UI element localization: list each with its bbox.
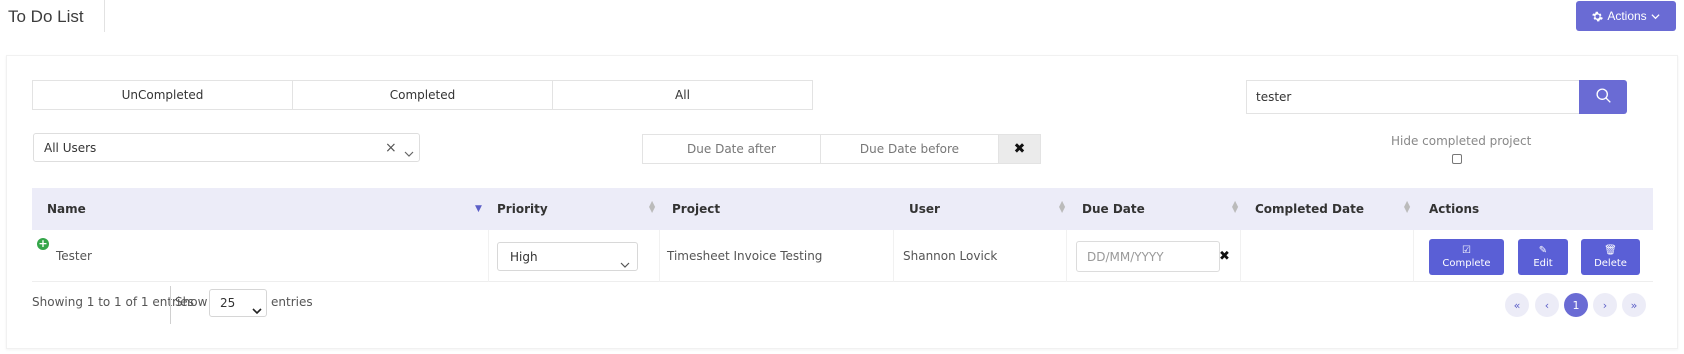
show-label: Show — [175, 295, 208, 309]
column-divider — [488, 230, 489, 282]
next-page-button[interactable]: › — [1593, 293, 1617, 317]
table-row — [32, 230, 1653, 282]
column-header-project: Project — [672, 202, 721, 216]
gear-icon — [1592, 11, 1604, 22]
hide-completed-checkbox[interactable] — [1452, 154, 1462, 164]
column-header-user[interactable]: User — [909, 188, 940, 230]
chevron-down-icon[interactable] — [404, 143, 414, 162]
table-header: Name ▼ Priority ▲ ▼ Project User ▲ ▼ Due D… — [32, 188, 1653, 230]
first-page-button[interactable]: « — [1505, 293, 1529, 317]
search-icon — [1595, 87, 1612, 108]
cell-name: Tester — [56, 249, 92, 263]
cell-project: Timesheet Invoice Testing — [667, 249, 823, 263]
actions-dropdown-button[interactable]: Actions — [1576, 1, 1676, 31]
close-icon[interactable]: × — [385, 141, 397, 155]
due-date-input[interactable]: DD/MM/YYYY — [1076, 241, 1220, 272]
column-header-actions: Actions — [1429, 202, 1480, 216]
pencil-icon: ✎ — [1538, 244, 1548, 256]
column-header-due-date[interactable]: Due Date — [1082, 188, 1145, 230]
tab-all[interactable]: All — [552, 80, 813, 110]
edit-label: Edit — [1533, 257, 1553, 269]
edit-button[interactable]: ✎ Edit — [1518, 239, 1568, 275]
title-divider — [104, 0, 105, 32]
due-date-after-input[interactable]: Due Date after — [642, 134, 821, 164]
due-date-before-input[interactable]: Due Date before — [820, 134, 999, 164]
tab-completed[interactable]: Completed — [292, 80, 553, 110]
complete-button[interactable]: ☑ Complete — [1429, 239, 1504, 275]
delete-label: Delete — [1594, 257, 1627, 269]
last-page-button[interactable]: » — [1622, 293, 1646, 317]
chevron-down-icon — [1651, 12, 1660, 21]
hide-completed-label: Hide completed project — [1391, 134, 1532, 148]
prev-page-button[interactable]: ‹ — [1535, 293, 1559, 317]
column-header-completed-date[interactable]: Completed Date — [1255, 188, 1364, 230]
complete-label: Complete — [1442, 257, 1491, 269]
tab-uncompleted[interactable]: UnCompleted — [32, 80, 293, 110]
expand-row-icon[interactable]: + — [37, 238, 49, 250]
sort-icon[interactable]: ▲ ▼ — [1232, 200, 1238, 214]
check-square-icon: ☑ — [1462, 244, 1471, 256]
column-divider — [1066, 230, 1067, 282]
column-divider — [659, 230, 660, 282]
sort-desc-icon[interactable]: ▼ — [475, 205, 482, 214]
search-input[interactable]: tester — [1246, 80, 1579, 114]
footer-divider — [170, 286, 171, 324]
column-divider — [1413, 230, 1414, 282]
trash-icon: 🗑 — [1604, 244, 1617, 256]
sort-icon[interactable]: ▲ ▼ — [649, 200, 655, 214]
entries-label: entries — [271, 295, 313, 309]
priority-select[interactable]: High — [497, 242, 638, 271]
page-title: To Do List — [8, 7, 84, 26]
actions-label: Actions — [1607, 9, 1647, 23]
column-divider — [893, 230, 894, 282]
delete-button[interactable]: 🗑 Delete — [1581, 239, 1640, 275]
page-1-button[interactable]: 1 — [1564, 293, 1588, 317]
clear-due-date-button[interactable]: ✖ — [1219, 249, 1230, 264]
user-filter-select[interactable]: All Users — [33, 133, 420, 162]
chevron-down-icon — [252, 300, 262, 319]
search-button[interactable] — [1579, 80, 1627, 114]
chevron-down-icon — [620, 254, 630, 273]
sort-icon[interactable]: ▲ ▼ — [1059, 200, 1065, 214]
cell-user: Shannon Lovick — [903, 249, 998, 263]
column-divider — [1240, 230, 1241, 282]
status-tabs: UnCompleted Completed All — [32, 80, 813, 110]
clear-dates-button[interactable]: ✖ — [998, 134, 1041, 164]
sort-icon[interactable]: ▲ ▼ — [1404, 200, 1410, 214]
column-header-name[interactable]: Name — [47, 188, 86, 230]
column-header-priority[interactable]: Priority — [497, 188, 548, 230]
